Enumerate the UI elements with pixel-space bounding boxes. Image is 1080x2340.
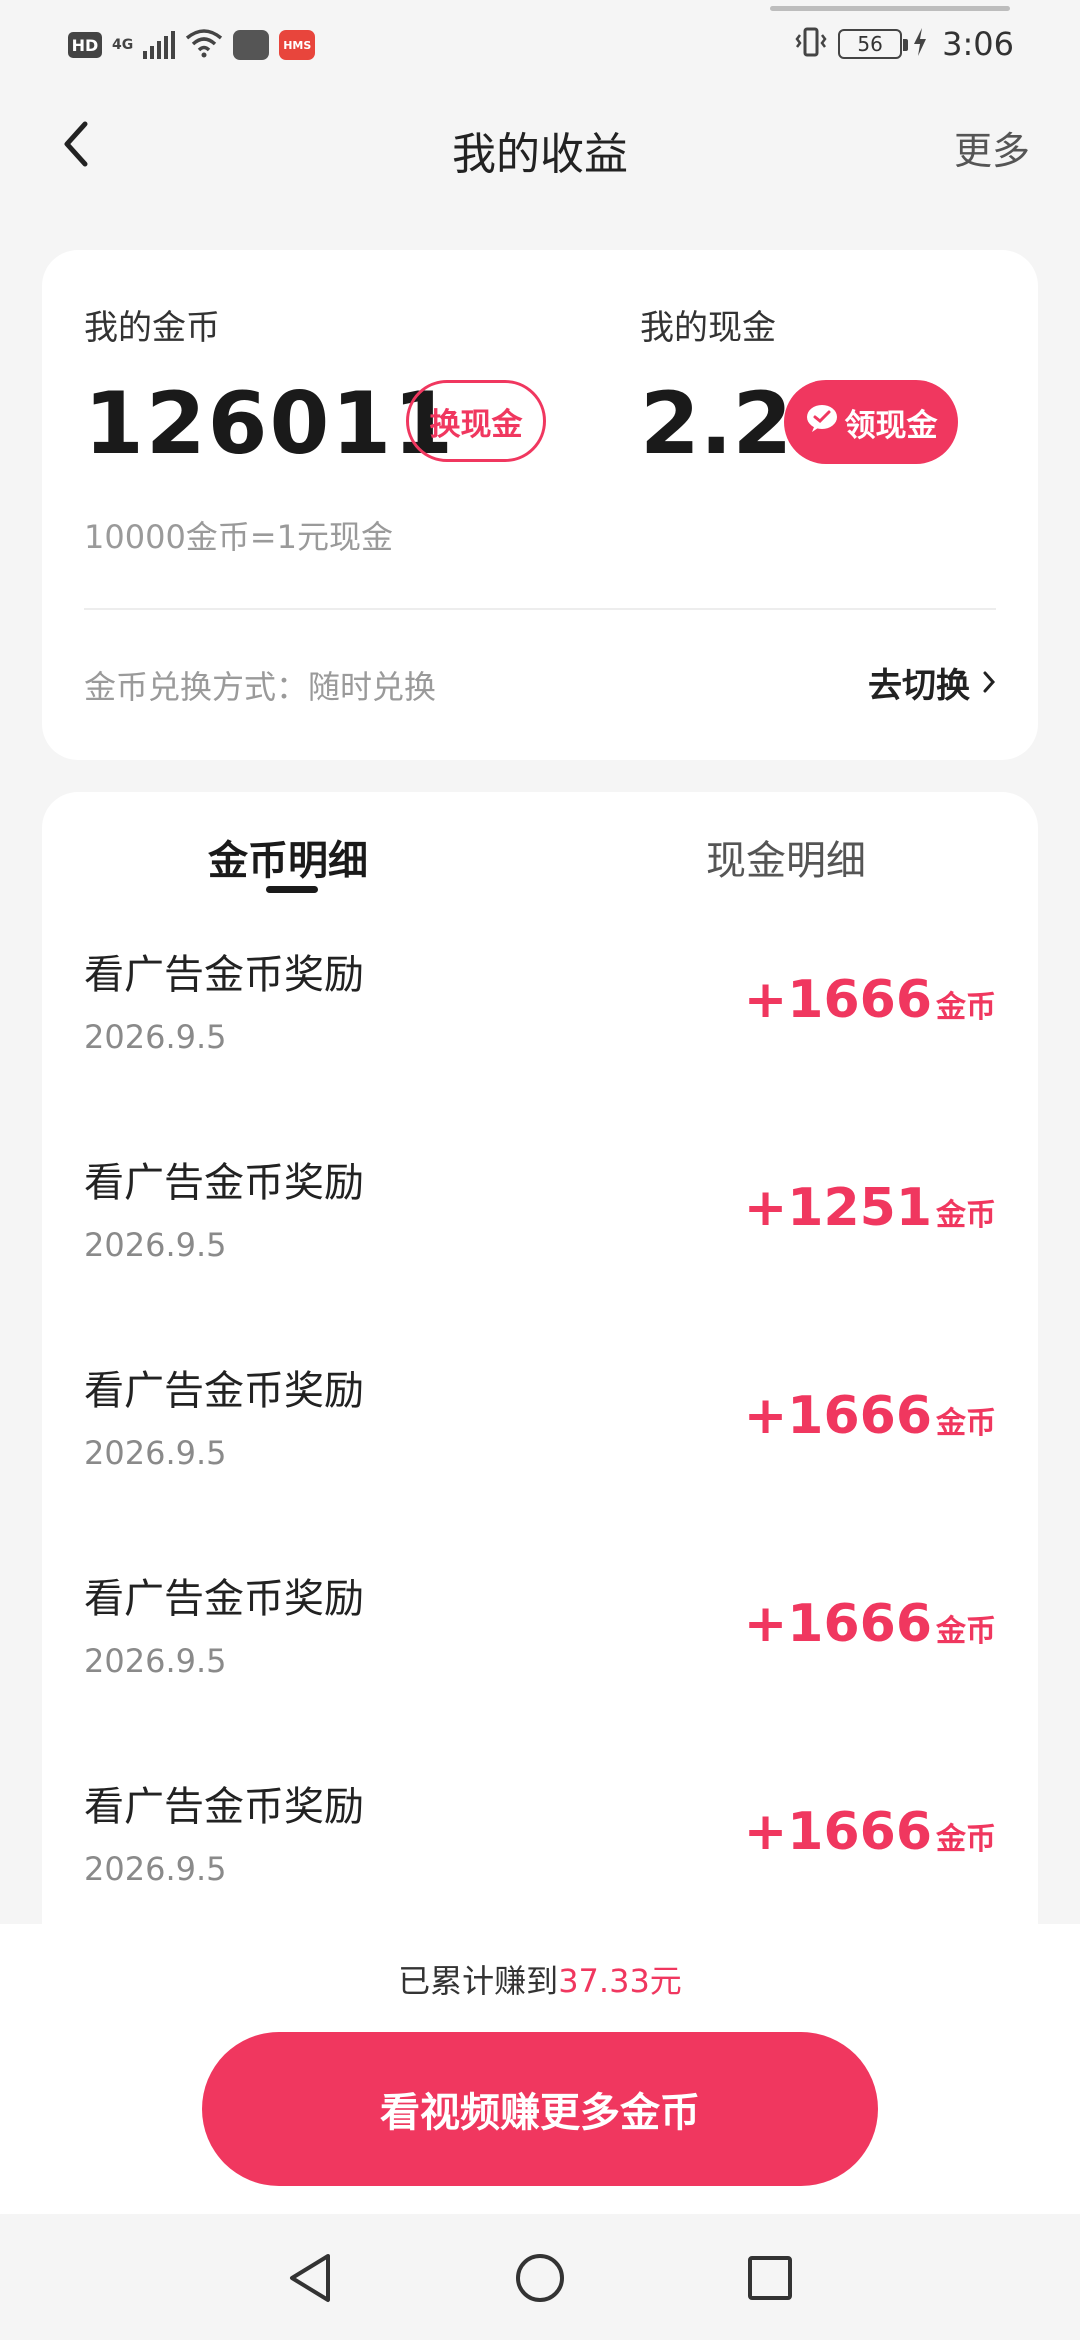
record-amount-value: +1251 bbox=[743, 1178, 932, 1238]
page-title: 我的收益 bbox=[452, 129, 628, 180]
record-date: 2026.9.5 bbox=[84, 1018, 227, 1056]
list-item: 看广告金币奖励 2026.9.5 +1666 金币 bbox=[42, 1566, 1038, 1774]
record-amount: +1666 金币 bbox=[744, 970, 996, 1030]
withdraw-button-label: 领现金 bbox=[844, 407, 938, 444]
charging-icon bbox=[912, 27, 928, 61]
record-date: 2026.9.5 bbox=[84, 1434, 227, 1472]
hd-icon: HD bbox=[68, 32, 102, 58]
cash-label: 我的现金 bbox=[640, 308, 776, 348]
list-item: 看广告金币奖励 2026.9.5 +1666 金币 bbox=[42, 1358, 1038, 1566]
wechat-icon bbox=[805, 403, 839, 441]
record-amount-unit: 金币 bbox=[936, 1406, 996, 1441]
switch-link-label: 去切换 bbox=[868, 666, 970, 706]
record-title: 看广告金币奖励 bbox=[84, 1160, 364, 1206]
active-tab-indicator bbox=[266, 886, 318, 893]
withdraw-cash-button[interactable]: 领现金 bbox=[784, 380, 958, 464]
system-back-button[interactable] bbox=[282, 2252, 338, 2308]
exchange-cash-button[interactable]: 换现金 bbox=[406, 380, 546, 462]
network-type: 4G bbox=[112, 37, 134, 53]
record-date: 2026.9.5 bbox=[84, 1642, 227, 1680]
record-amount: +1666 金币 bbox=[744, 1386, 996, 1446]
record-amount: +1666 金币 bbox=[744, 1802, 996, 1862]
cumulative-earnings: 已累计赚到37.33元 bbox=[0, 1956, 1080, 2002]
bottom-panel: 已累计赚到37.33元 看视频赚更多金币 bbox=[0, 1924, 1080, 2214]
clock: 3:06 bbox=[942, 25, 1014, 63]
system-home-button[interactable] bbox=[512, 2252, 568, 2308]
more-button[interactable]: 更多 bbox=[954, 120, 1030, 175]
page: HD 4G HMS 56 3:06 我的收益 更多 我的金币 126011 换现… bbox=[0, 0, 1080, 2340]
navigation-bar: 我的收益 更多 bbox=[0, 100, 1080, 190]
cumulative-amount: 37.33元 bbox=[558, 1962, 682, 2000]
battery-level: 56 bbox=[857, 32, 883, 56]
record-amount-unit: 金币 bbox=[936, 1198, 996, 1233]
record-title: 看广告金币奖励 bbox=[84, 952, 364, 998]
record-amount-value: +1666 bbox=[743, 1594, 932, 1654]
record-amount-unit: 金币 bbox=[936, 1822, 996, 1857]
record-amount-unit: 金币 bbox=[936, 990, 996, 1025]
gesture-indicator bbox=[770, 6, 1010, 11]
record-list: 看广告金币奖励 2026.9.5 +1666 金币 看广告金币奖励 2026.9… bbox=[42, 942, 1038, 1982]
list-item: 看广告金币奖励 2026.9.5 +1666 金币 bbox=[42, 942, 1038, 1150]
circle-home-icon bbox=[514, 2252, 566, 2308]
record-title: 看广告金币奖励 bbox=[84, 1576, 364, 1622]
record-title: 看广告金币奖励 bbox=[84, 1368, 364, 1414]
tab-cash-details[interactable]: 现金明细 bbox=[706, 828, 866, 886]
switch-method-link[interactable]: 去切换 bbox=[868, 658, 996, 707]
record-date: 2026.9.5 bbox=[84, 1226, 227, 1264]
app-notification-icon bbox=[233, 30, 270, 60]
chevron-right-icon bbox=[982, 663, 996, 703]
exchange-method: 金币兑换方式：随时兑换 bbox=[84, 668, 437, 706]
record-amount: +1666 金币 bbox=[744, 1594, 996, 1654]
cash-value: 2.2 bbox=[640, 374, 793, 474]
record-amount-value: +1666 bbox=[743, 970, 932, 1030]
record-date: 2026.9.5 bbox=[84, 1850, 227, 1888]
system-navigation-bar bbox=[0, 2214, 1080, 2340]
status-right: 56 3:06 bbox=[794, 24, 1014, 64]
coins-label: 我的金币 bbox=[84, 308, 220, 348]
status-left: HD 4G HMS bbox=[68, 26, 316, 64]
hms-icon: HMS bbox=[279, 30, 316, 60]
wifi-icon bbox=[185, 28, 223, 62]
cumulative-label: 已累计赚到 bbox=[398, 1962, 559, 2000]
record-amount-value: +1666 bbox=[743, 1802, 932, 1862]
record-amount: +1251 金币 bbox=[744, 1178, 996, 1238]
earnings-card: 我的金币 126011 换现金 我的现金 2.2 领现金 10000金币=1元现… bbox=[42, 250, 1038, 760]
watch-video-button[interactable]: 看视频赚更多金币 bbox=[202, 2032, 878, 2186]
record-title: 看广告金币奖励 bbox=[84, 1784, 364, 1830]
battery-icon: 56 bbox=[838, 29, 909, 59]
system-recents-button[interactable] bbox=[742, 2252, 798, 2308]
details-card: 金币明细 现金明细 看广告金币奖励 2026.9.5 +1666 金币 看广告金… bbox=[42, 792, 1038, 2022]
exchange-rate: 10000金币=1元现金 bbox=[84, 518, 393, 556]
record-amount-value: +1666 bbox=[743, 1386, 932, 1446]
list-item: 看广告金币奖励 2026.9.5 +1251 金币 bbox=[42, 1150, 1038, 1358]
vibrate-icon bbox=[794, 26, 828, 62]
status-bar: HD 4G HMS 56 3:06 bbox=[0, 0, 1080, 90]
coins-value: 126011 bbox=[84, 374, 456, 474]
record-amount-unit: 金币 bbox=[936, 1614, 996, 1649]
divider bbox=[84, 608, 996, 610]
tab-coin-details[interactable]: 金币明细 bbox=[208, 828, 368, 886]
triangle-back-icon bbox=[286, 2252, 334, 2308]
square-recents-icon bbox=[746, 2254, 794, 2306]
signal-icon bbox=[143, 31, 176, 59]
